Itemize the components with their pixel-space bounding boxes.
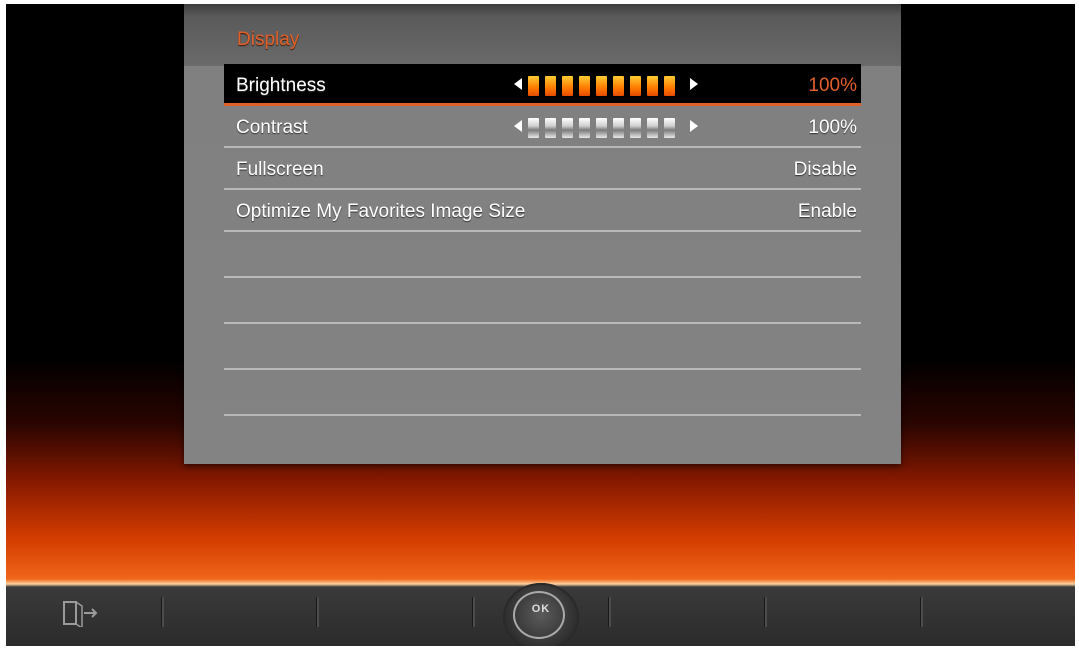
slider-segment <box>545 76 556 96</box>
setting-value: 100% <box>808 117 857 138</box>
bar-divider <box>764 597 767 627</box>
bar-divider <box>472 597 475 627</box>
slider-segment <box>630 118 641 138</box>
bar-divider <box>920 597 923 627</box>
empty-row <box>224 232 861 278</box>
bar-divider <box>316 597 319 627</box>
slider-segment <box>664 76 675 96</box>
slider-segment <box>579 76 590 96</box>
screen: Display Brightness 100% Contrast 100% Fu… <box>6 4 1075 646</box>
empty-row <box>224 324 861 370</box>
menu-title: Display <box>237 29 300 50</box>
ok-label: OK <box>531 603 551 615</box>
setting-value: Disable <box>793 159 857 180</box>
slider-segment <box>528 118 539 138</box>
bottom-control-bar: OK <box>6 583 1075 646</box>
arrow-left-icon[interactable] <box>514 120 522 132</box>
contrast-slider[interactable] <box>514 118 698 138</box>
setting-label: Optimize My Favorites Image Size <box>236 201 526 222</box>
slider-segment <box>562 118 573 138</box>
slider-segment <box>545 118 556 138</box>
settings-list: Brightness 100% Contrast 100% Fullscreen… <box>224 64 861 416</box>
setting-row-contrast[interactable]: Contrast 100% <box>224 106 861 148</box>
slider-segment <box>596 118 607 138</box>
setting-label: Contrast <box>236 117 308 138</box>
settings-panel: Display Brightness 100% Contrast 100% Fu… <box>184 4 901 464</box>
arrow-right-icon[interactable] <box>690 120 698 132</box>
slider-segment <box>630 76 641 96</box>
slider-segment <box>664 118 675 138</box>
bar-divider <box>161 597 164 627</box>
bar-divider <box>608 597 611 627</box>
empty-row <box>224 278 861 324</box>
setting-label: Fullscreen <box>236 159 324 180</box>
ok-ring <box>513 591 565 639</box>
setting-label: Brightness <box>236 75 326 96</box>
slider-segment <box>528 76 539 96</box>
setting-value: Enable <box>797 201 857 222</box>
setting-value: 100% <box>808 75 857 96</box>
slider-segment <box>579 118 590 138</box>
slider-segment <box>647 76 658 96</box>
brightness-slider[interactable] <box>514 76 698 96</box>
slider-segment <box>613 76 624 96</box>
slider-segment <box>596 76 607 96</box>
slider-segment <box>613 118 624 138</box>
arrow-right-icon[interactable] <box>690 78 698 90</box>
ok-button[interactable]: OK <box>503 583 579 646</box>
empty-row <box>224 370 861 416</box>
setting-row-optimize-favorites[interactable]: Optimize My Favorites Image Size Enable <box>224 190 861 232</box>
arrow-left-icon[interactable] <box>514 78 522 90</box>
setting-row-brightness[interactable]: Brightness 100% <box>224 64 861 106</box>
setting-row-fullscreen[interactable]: Fullscreen Disable <box>224 148 861 190</box>
slider-segment <box>562 76 573 96</box>
slider-segment <box>647 118 658 138</box>
exit-icon[interactable] <box>60 599 100 627</box>
